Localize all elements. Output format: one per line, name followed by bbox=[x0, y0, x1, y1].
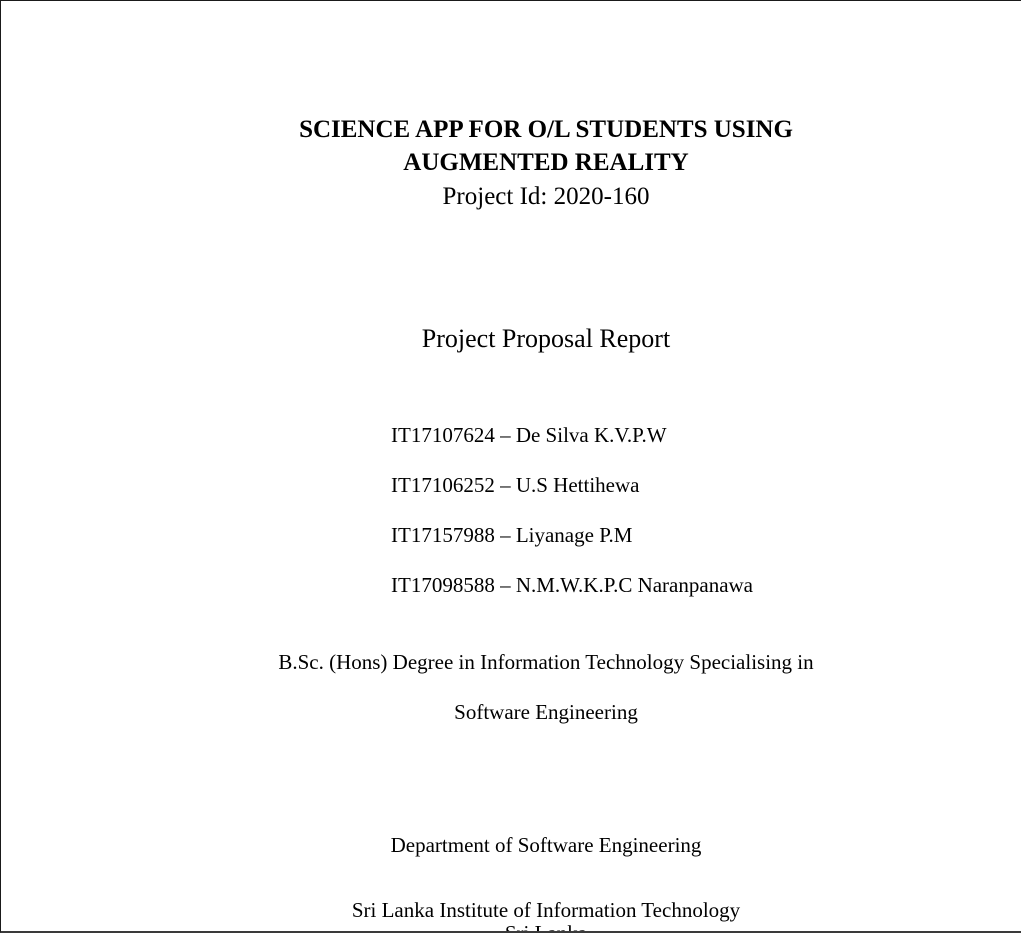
member-4: IT17098588 – N.M.W.K.P.C Naranpanawa bbox=[391, 573, 754, 597]
department: Department of Software Engineering bbox=[390, 833, 702, 857]
institute: Sri Lanka Institute of Information Techn… bbox=[351, 898, 741, 922]
degree-line-1: B.Sc. (Hons) Degree in Information Techn… bbox=[278, 650, 814, 674]
report-type: Project Proposal Report bbox=[421, 324, 671, 353]
country: Sri Lanka bbox=[504, 921, 588, 933]
member-3: IT17157988 – Liyanage P.M bbox=[391, 523, 633, 547]
document-title-line-1: SCIENCE APP FOR O/L STUDENTS USING bbox=[299, 116, 793, 143]
member-2: IT17106252 – U.S Hettihewa bbox=[391, 473, 640, 497]
member-1: IT17107624 – De Silva K.V.P.W bbox=[391, 423, 667, 447]
project-id: Project Id: 2020-160 bbox=[442, 183, 650, 210]
degree-line-2: Software Engineering bbox=[454, 700, 638, 724]
document-page: SCIENCE APP FOR O/L STUDENTS USING AUGME… bbox=[0, 0, 1021, 933]
document-title-line-2: AUGMENTED REALITY bbox=[403, 149, 689, 176]
